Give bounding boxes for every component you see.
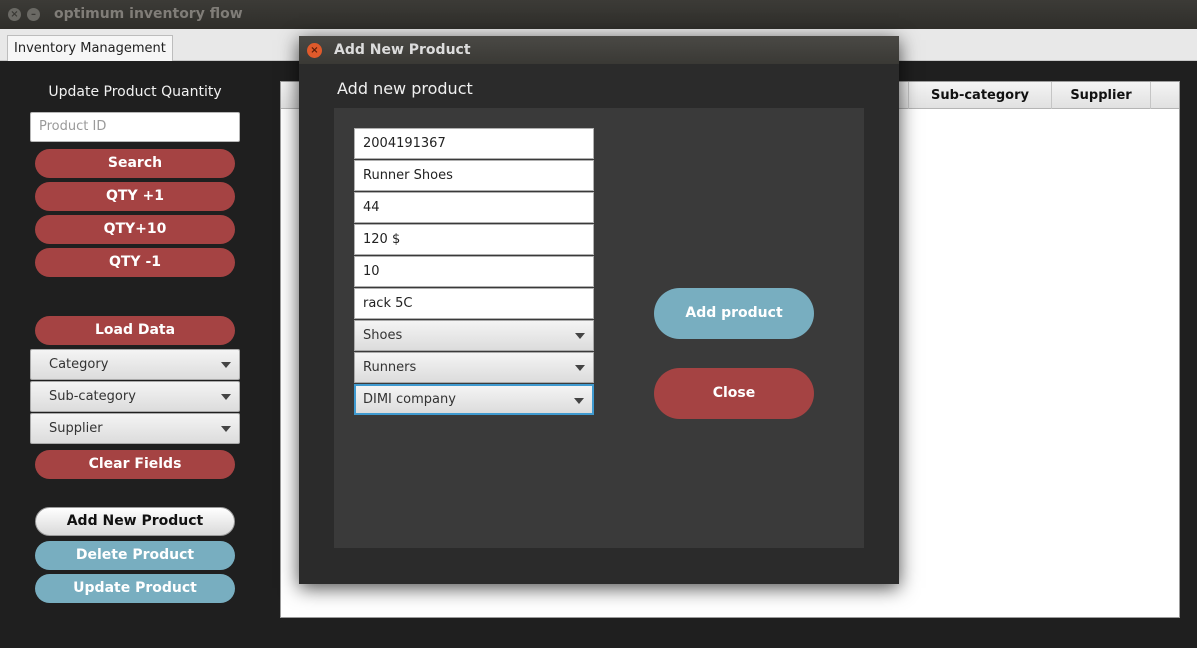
- column-header-supplier[interactable]: Supplier: [1051, 82, 1151, 109]
- dialog-form-panel: 2004191367 Runner Shoes 44 120 $ 10 rack…: [334, 108, 864, 548]
- category-combo[interactable]: Category: [30, 349, 240, 380]
- search-button[interactable]: Search: [35, 149, 235, 178]
- subcategory-combo-label: Sub-category: [49, 389, 136, 404]
- chevron-down-icon: [221, 394, 231, 400]
- dialog-titlebar: × Add New Product: [299, 36, 899, 64]
- chevron-down-icon: [575, 333, 585, 339]
- product-location-field[interactable]: rack 5C: [354, 288, 594, 319]
- product-name-field[interactable]: Runner Shoes: [354, 160, 594, 191]
- product-id-input[interactable]: Product ID: [30, 112, 240, 142]
- tab-inventory-management[interactable]: Inventory Management: [7, 35, 173, 61]
- supplier-combo[interactable]: Supplier: [30, 413, 240, 444]
- chevron-down-icon: [221, 362, 231, 368]
- add-new-product-button[interactable]: Add New Product: [35, 507, 235, 536]
- dialog-category-value: Shoes: [363, 328, 403, 343]
- product-size-field[interactable]: 44: [354, 192, 594, 223]
- product-id-field[interactable]: 2004191367: [354, 128, 594, 159]
- qty-plus-10-button[interactable]: QTY+10: [35, 215, 235, 244]
- update-product-button[interactable]: Update Product: [35, 574, 235, 603]
- window-title: optimum inventory flow: [54, 6, 243, 22]
- chevron-down-icon: [575, 365, 585, 371]
- delete-product-button[interactable]: Delete Product: [35, 541, 235, 570]
- product-price-field[interactable]: 120 $: [354, 224, 594, 255]
- dialog-subcategory-combo[interactable]: Runners: [354, 352, 594, 383]
- column-header-subcategory[interactable]: Sub-category: [908, 82, 1051, 109]
- dialog-title: Add New Product: [334, 42, 471, 58]
- subcategory-combo[interactable]: Sub-category: [30, 381, 240, 412]
- window-titlebar: × – optimum inventory flow: [0, 0, 1197, 29]
- category-combo-label: Category: [49, 357, 109, 372]
- dialog-supplier-combo[interactable]: DIMI company: [354, 384, 594, 415]
- dialog-category-combo[interactable]: Shoes: [354, 320, 594, 351]
- chevron-down-icon: [221, 426, 231, 432]
- dialog-close-icon[interactable]: ×: [307, 43, 322, 58]
- qty-minus-1-button[interactable]: QTY -1: [35, 248, 235, 277]
- dialog-supplier-value: DIMI company: [363, 392, 456, 407]
- clear-fields-button[interactable]: Clear Fields: [35, 450, 235, 479]
- add-product-dialog: × Add New Product Add new product 200419…: [299, 36, 899, 584]
- update-quantity-title: Update Product Quantity: [48, 84, 222, 100]
- supplier-combo-label: Supplier: [49, 421, 103, 436]
- dialog-heading: Add new product: [337, 79, 473, 98]
- add-product-button[interactable]: Add product: [654, 288, 814, 339]
- window-close-icon[interactable]: ×: [8, 8, 21, 21]
- chevron-down-icon: [574, 398, 584, 404]
- product-quantity-field[interactable]: 10: [354, 256, 594, 287]
- dialog-subcategory-value: Runners: [363, 360, 417, 375]
- qty-plus-1-button[interactable]: QTY +1: [35, 182, 235, 211]
- window-minimize-icon[interactable]: –: [27, 8, 40, 21]
- load-data-button[interactable]: Load Data: [35, 316, 235, 345]
- close-button[interactable]: Close: [654, 368, 814, 419]
